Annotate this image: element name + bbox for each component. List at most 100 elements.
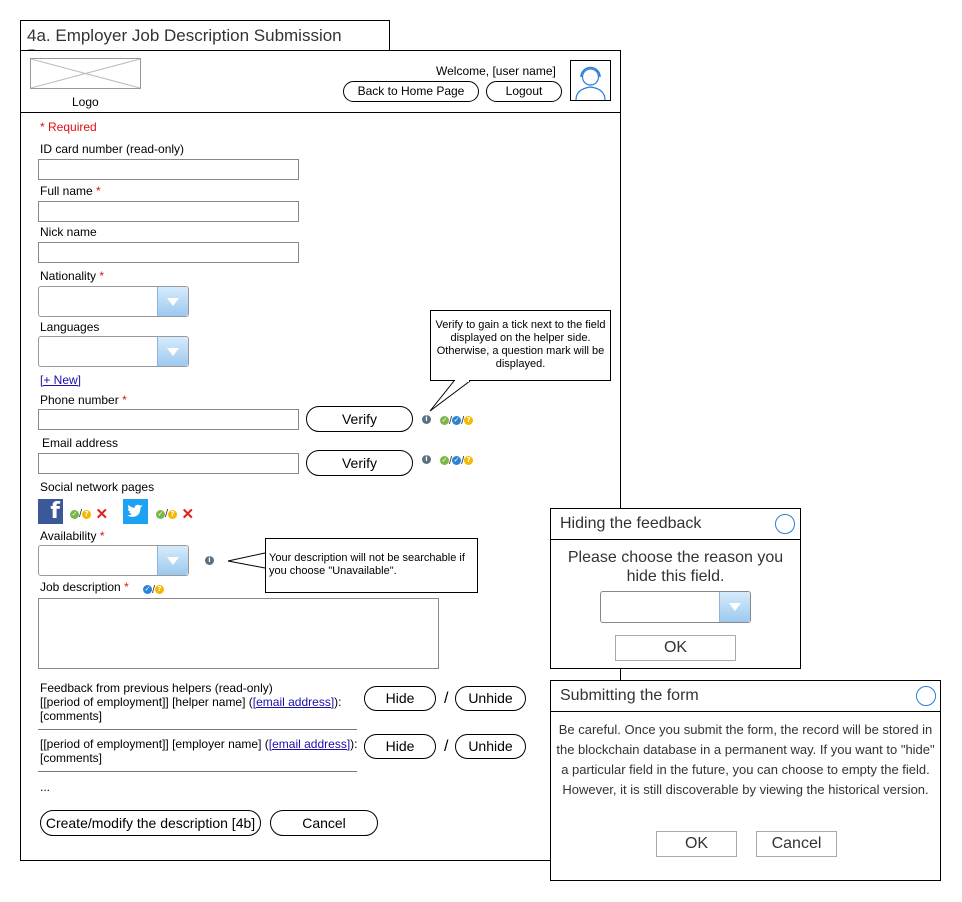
required-asterisk: * (122, 393, 127, 407)
nationality-label: Nationality * (40, 269, 104, 283)
availability-label: Availability * (40, 529, 105, 543)
availability-tooltip: Your description will not be searchable … (265, 538, 478, 593)
facebook-icon[interactable]: f (38, 499, 63, 524)
full-name-label: Full name * (40, 184, 101, 198)
phone-label-text: Phone number (40, 393, 119, 407)
question-mark-icon: ? (464, 456, 474, 466)
phone-label: Phone number * (40, 393, 127, 407)
availability-label-text: Availability (40, 529, 97, 543)
required-asterisk: * (99, 529, 105, 543)
required-note: * Required (40, 120, 97, 134)
email-link[interactable]: [email address] (269, 737, 350, 751)
checkmark-blue-icon: ✓ (452, 456, 462, 466)
divider (551, 539, 800, 540)
add-language-link[interactable]: [+ New] (40, 373, 81, 387)
ok-button[interactable]: OK (615, 635, 736, 661)
full-name-field[interactable] (38, 201, 299, 222)
hide-button[interactable]: Hide (364, 686, 436, 711)
email-status-icons: ✓ / ✓ /? (440, 452, 474, 470)
required-asterisk: * (99, 269, 105, 283)
twitter-icon[interactable] (123, 499, 148, 524)
user-avatar-icon (575, 66, 606, 101)
info-icon[interactable]: i (205, 556, 214, 565)
info-icon[interactable]: i (422, 415, 431, 424)
languages-select[interactable] (38, 336, 189, 367)
divider (38, 729, 357, 730)
unhide-button[interactable]: Unhide (455, 734, 526, 759)
required-asterisk: * (124, 580, 129, 594)
close-icon[interactable]: ✕ (182, 506, 195, 523)
question-mark-icon: ? (82, 509, 92, 519)
logout-button[interactable]: Logout (486, 81, 562, 102)
job-desc-label-text: Job description (40, 580, 121, 594)
welcome-text: Welcome, [user name] (436, 64, 556, 78)
logo-label: Logo (72, 95, 99, 109)
nationality-select[interactable] (38, 286, 189, 317)
feedback-suffix: ): (334, 695, 342, 709)
job-desc-status-icons: ✓ /? (143, 581, 165, 599)
hide-reason-select[interactable] (600, 591, 751, 623)
email-label: Email address (42, 436, 119, 450)
verify-tooltip-text: Verify to gain a tick next to the field … (435, 319, 606, 370)
slash-separator: / (444, 738, 449, 755)
nick-name-field[interactable] (38, 242, 299, 263)
feedback-suffix: ): (350, 737, 358, 751)
page-title: 4a. Employer Job Description Submission … (20, 20, 390, 65)
id-card-label: ID card number (read-only) (40, 142, 185, 156)
close-circle-icon[interactable] (916, 686, 936, 706)
hide-button[interactable]: Hide (364, 734, 436, 759)
divider (38, 771, 357, 772)
close-icon[interactable]: ✕ (96, 506, 109, 523)
facebook-status-icons: ✓ /? ✕ (70, 505, 108, 523)
hide-feedback-dialog: Hiding the feedback Please choose the re… (550, 508, 801, 669)
languages-label: Languages (40, 320, 100, 334)
dialog-title: Hiding the feedback (560, 515, 702, 532)
checkmark-green-icon: ✓ (440, 416, 449, 426)
checkmark-blue-icon: ✓ (452, 416, 462, 426)
email-field[interactable] (38, 453, 299, 474)
avatar[interactable] (570, 60, 611, 101)
phone-field[interactable] (38, 409, 299, 430)
availability-tooltip-text: Your description will not be searchable … (269, 552, 465, 577)
dialog-title: Submitting the form (560, 687, 699, 704)
feedback-item-1-text: [[period of employment]] [helper name] ( (40, 695, 253, 709)
email-verify-button[interactable]: Verify (306, 450, 413, 476)
email-link[interactable]: [email address] (253, 695, 334, 709)
ok-button[interactable]: OK (656, 831, 737, 857)
checkmark-blue-icon: ✓ (143, 585, 152, 595)
social-label: Social network pages (40, 480, 155, 494)
question-mark-icon: ? (155, 585, 165, 595)
back-home-button[interactable]: Back to Home Page (343, 81, 479, 102)
nick-name-label: Nick name (40, 225, 97, 239)
cancel-button[interactable]: Cancel (270, 810, 378, 836)
availability-select[interactable] (38, 545, 189, 576)
chevron-down-icon (157, 546, 188, 575)
cancel-button[interactable]: Cancel (756, 831, 837, 857)
submit-form-dialog: Submitting the form Be careful. Once you… (550, 680, 941, 881)
chevron-down-icon (719, 592, 750, 622)
chevron-down-icon (157, 287, 188, 316)
logo-placeholder-icon (31, 59, 140, 88)
create-description-button[interactable]: Create/modify the description [4b] (40, 810, 261, 836)
unhide-button[interactable]: Unhide (455, 686, 526, 711)
feedback-item-2: [[period of employment]] [employer name]… (40, 737, 358, 765)
chevron-down-icon (157, 337, 188, 366)
info-icon[interactable]: i (422, 455, 431, 464)
phone-status-icons: ✓ / ✓ /? (440, 412, 474, 430)
question-mark-icon: ? (464, 416, 474, 426)
checkmark-green-icon: ✓ (440, 456, 449, 466)
feedback-comments: [comments] (40, 709, 103, 723)
twitter-status-icons: ✓ /? ✕ (156, 505, 194, 523)
checkmark-green-icon: ✓ (156, 509, 165, 519)
full-name-label-text: Full name (40, 184, 93, 198)
dialog-message: Be careful. Once you submit the form, th… (556, 722, 935, 797)
feedback-item-1: [[period of employment]] [helper name] (… (40, 695, 342, 723)
close-circle-icon[interactable] (775, 514, 795, 534)
phone-verify-button[interactable]: Verify (306, 406, 413, 432)
job-desc-textarea[interactable] (38, 598, 439, 669)
divider (551, 711, 940, 712)
dialog-message: Please choose the reason you hide this f… (567, 549, 784, 585)
required-asterisk: * (96, 184, 101, 198)
job-desc-label: Job description * (40, 580, 129, 594)
slash-separator: / (444, 690, 449, 707)
